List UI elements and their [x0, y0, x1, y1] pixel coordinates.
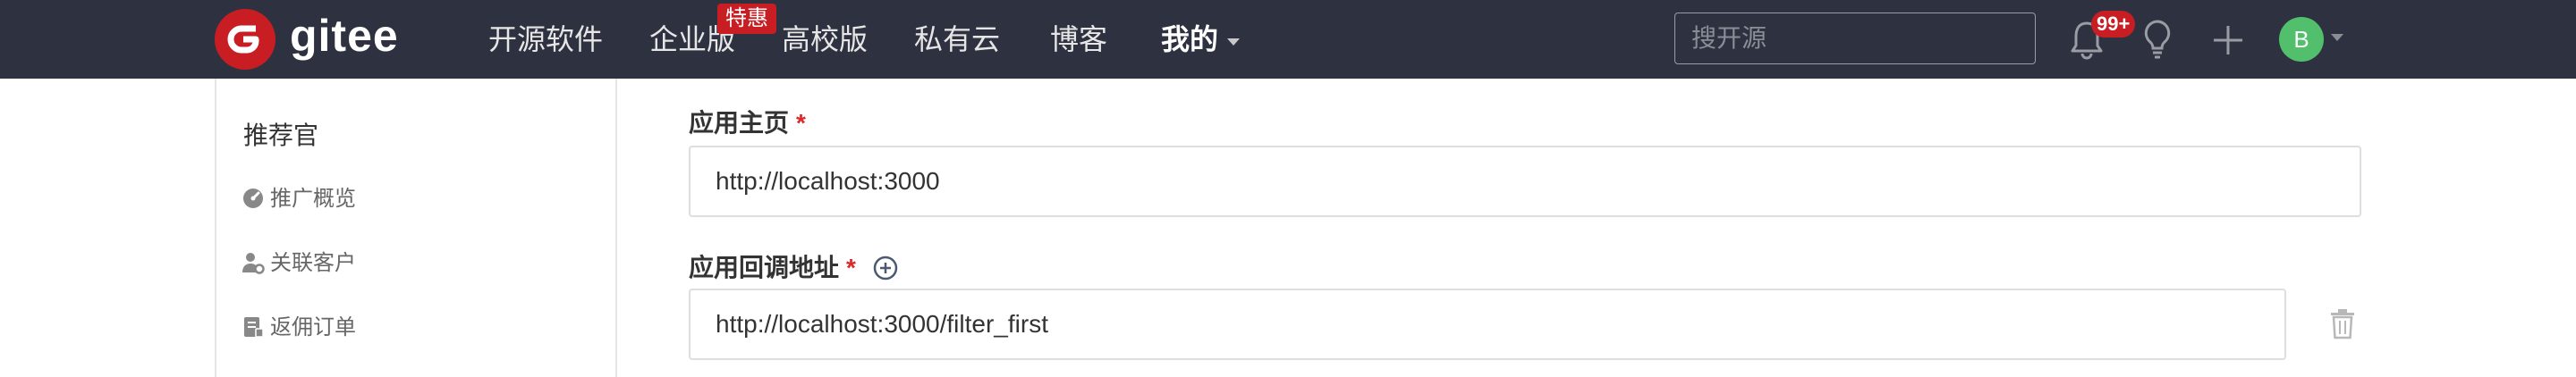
- bulb-icon[interactable]: [2141, 18, 2174, 61]
- nav-university[interactable]: 高校版: [782, 20, 868, 59]
- order-icon: [242, 315, 265, 339]
- sidebar-item-label: 关联客户: [270, 251, 356, 275]
- nav-mine[interactable]: 我的: [1161, 20, 1218, 59]
- avatar[interactable]: B: [2279, 17, 2324, 62]
- sidebar: 推荐官 推广概览 关联客户 返佣订单: [215, 79, 617, 377]
- add-circle-icon[interactable]: [872, 255, 899, 281]
- nav-private-cloud[interactable]: 私有云: [914, 20, 1000, 59]
- sidebar-item-linked-customers[interactable]: 关联客户: [242, 248, 356, 279]
- required-mark: *: [796, 109, 806, 137]
- callback-url-input[interactable]: [689, 289, 2286, 360]
- sidebar-item-promotion-overview[interactable]: 推广概览: [242, 184, 356, 214]
- notification-count-badge[interactable]: 99+: [2091, 11, 2136, 38]
- sidebar-item-commission-orders[interactable]: 返佣订单: [242, 313, 356, 343]
- sidebar-item-label: 返佣订单: [270, 315, 356, 339]
- chevron-down-icon[interactable]: [2331, 34, 2343, 41]
- enterprise-promo-badge: 特惠: [717, 4, 776, 34]
- gitee-logo-icon[interactable]: [215, 9, 275, 70]
- homepage-label-text: 应用主页: [689, 109, 790, 137]
- nav-blog[interactable]: 博客: [1050, 20, 1107, 59]
- chevron-down-icon[interactable]: [1227, 38, 1240, 46]
- callback-label-text: 应用回调地址: [689, 254, 840, 281]
- search-input[interactable]: [1674, 13, 2036, 64]
- callback-label: 应用回调地址 *: [689, 248, 899, 284]
- user-link-icon: [242, 251, 265, 274]
- required-mark: *: [846, 254, 856, 281]
- top-navbar: gitee 开源软件 企业版 特惠 高校版 私有云 博客 我的 99+ B: [0, 0, 2576, 79]
- nav-open-source[interactable]: 开源软件: [488, 20, 603, 59]
- logo-text[interactable]: gitee: [290, 9, 399, 63]
- trash-icon[interactable]: [2329, 307, 2356, 339]
- homepage-label: 应用主页 *: [689, 104, 806, 139]
- homepage-url-input[interactable]: [689, 146, 2361, 217]
- gauge-icon: [242, 187, 265, 210]
- sidebar-item-label: 推广概览: [270, 187, 356, 211]
- plus-icon[interactable]: [2211, 23, 2245, 57]
- sidebar-title: 推荐官: [243, 121, 319, 149]
